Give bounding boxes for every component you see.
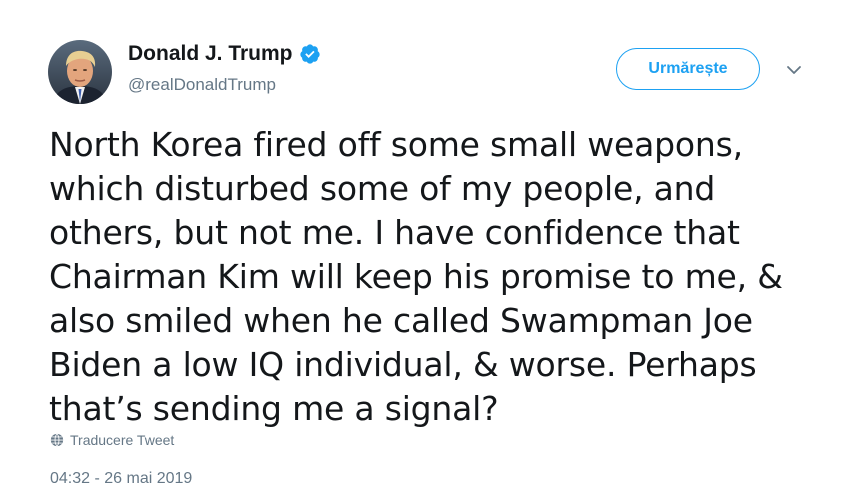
chevron-down-icon[interactable]	[784, 60, 804, 80]
avatar[interactable]	[48, 40, 112, 104]
avatar-image	[48, 40, 112, 104]
translate-tweet-label: Traducere Tweet	[70, 432, 175, 448]
author-name-row: Donald J. Trump	[128, 41, 321, 67]
follow-button[interactable]: Urmărește	[616, 48, 760, 90]
verified-badge-icon	[299, 43, 321, 65]
author-display-name[interactable]: Donald J. Trump	[128, 41, 293, 67]
tweet-text: North Korea fired off some small weapons…	[49, 125, 783, 428]
tweet-timestamp[interactable]: 04:32 - 26 mai 2019	[50, 470, 192, 488]
translate-tweet-link[interactable]: Traducere Tweet	[50, 432, 174, 448]
author-handle[interactable]: @realDonaldTrump	[128, 74, 276, 96]
globe-icon	[50, 433, 64, 447]
